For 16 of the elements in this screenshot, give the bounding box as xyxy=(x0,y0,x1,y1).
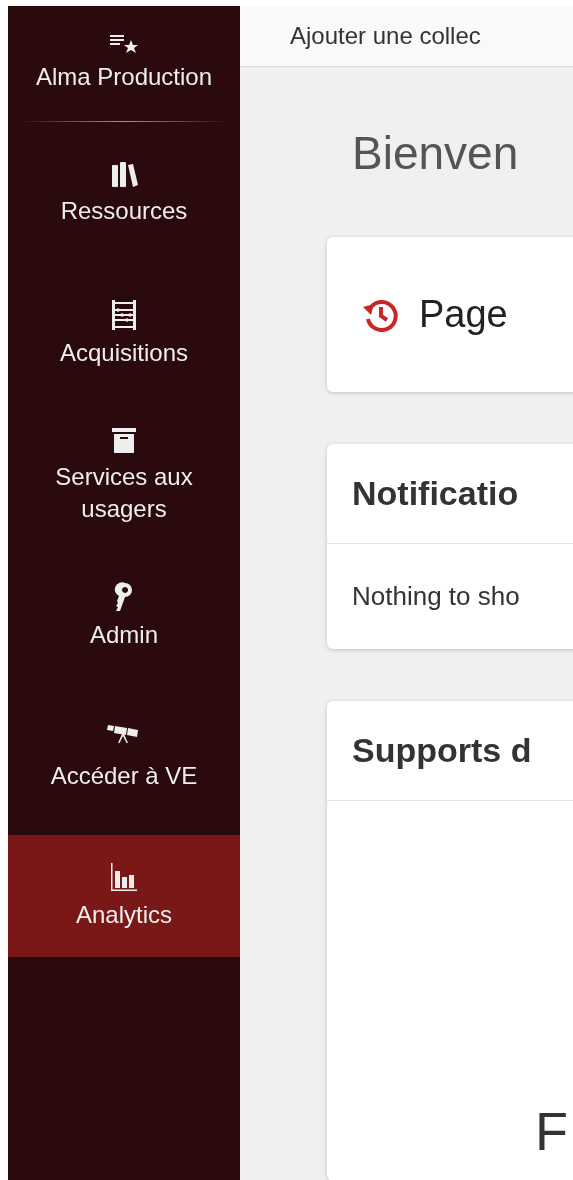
bar-chart-icon xyxy=(109,861,139,893)
nav-item[interactable]: Acquisitions xyxy=(8,263,240,404)
card-title: Page xyxy=(419,293,508,336)
card-title: Notificatio xyxy=(352,474,519,513)
nav-item[interactable]: Services aux usagers xyxy=(8,404,240,545)
brand-link[interactable]: Alma Production xyxy=(8,6,240,121)
nav-item[interactable]: Accéder à VE xyxy=(8,686,240,827)
nav-item[interactable]: Admin xyxy=(8,545,240,686)
big-letter: F xyxy=(535,1101,568,1161)
empty-message: Nothing to sho xyxy=(352,581,520,612)
add-collection-link[interactable]: Ajouter une collec xyxy=(290,22,481,50)
nav-item[interactable]: Ressources xyxy=(8,122,240,263)
welcome-heading: Bienven xyxy=(352,126,520,181)
abacus-icon xyxy=(109,298,139,331)
card-title: Supports d xyxy=(352,731,532,770)
nav-item[interactable]: Analytics xyxy=(8,835,240,957)
